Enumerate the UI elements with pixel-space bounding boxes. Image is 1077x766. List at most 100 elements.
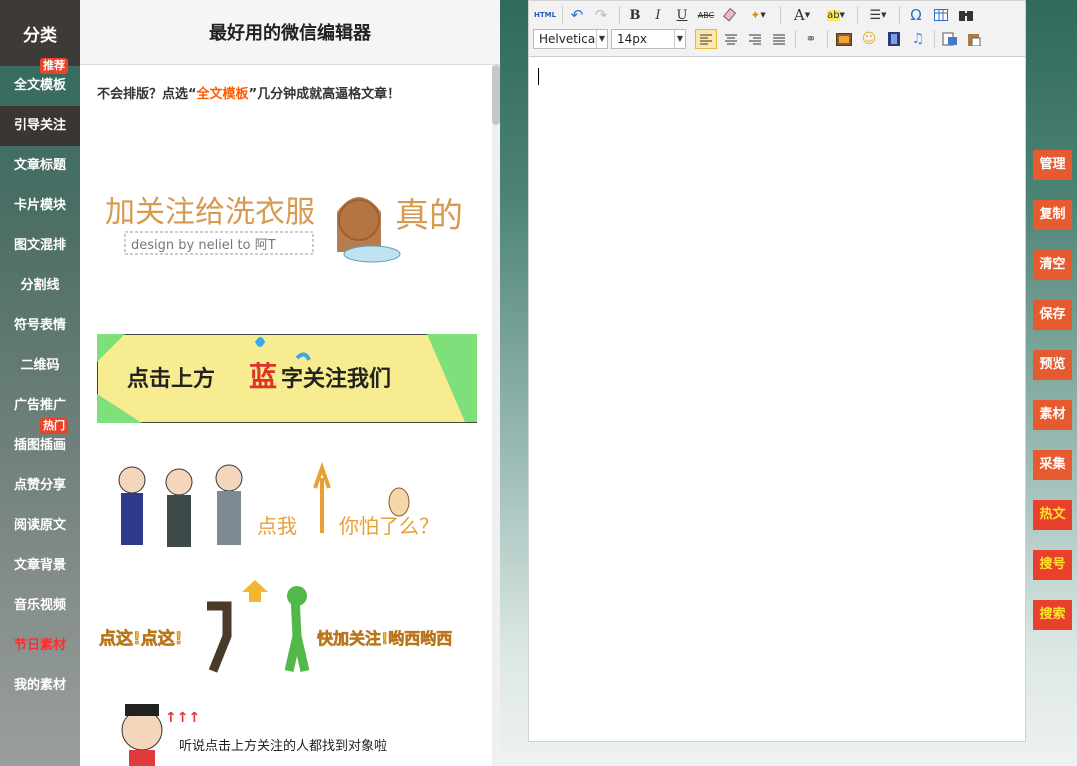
- sidebar-item-label: 我的素材: [14, 678, 66, 693]
- font-size-select[interactable]: 14px ▼: [611, 29, 686, 49]
- sidebar-item-article-title[interactable]: 文章标题: [0, 146, 80, 186]
- full-template-link[interactable]: 全文模板: [197, 87, 249, 102]
- sidebar-item-label: 分割线: [20, 278, 59, 293]
- template-text: 点我: [257, 514, 297, 538]
- horse-illustration: [207, 606, 227, 671]
- editor-toolbar: HTML ↶ ↷ B I U ABC ✦▼ A▼ ab▼ ☰▼ Ω Helvet…: [529, 1, 1025, 57]
- panel-scrollbar[interactable]: [492, 65, 500, 766]
- template-title-text: 加关注给洗衣服: [105, 195, 315, 230]
- template-highlight-text: 蓝: [249, 360, 277, 393]
- collect-button[interactable]: 采集: [1033, 450, 1072, 480]
- strikethrough-icon[interactable]: ABC: [695, 5, 717, 25]
- paste-icon[interactable]: [963, 29, 985, 49]
- background-color-icon[interactable]: ab▼: [821, 5, 851, 25]
- template-sub-text: design by neliel to 阿T: [131, 238, 276, 253]
- paste-word-icon[interactable]: [939, 29, 961, 49]
- italic-icon[interactable]: I: [647, 5, 669, 25]
- hot-articles-button[interactable]: 热文: [1033, 500, 1072, 530]
- scrollbar-thumb[interactable]: [492, 65, 500, 125]
- sidebar-item-mixed-layout[interactable]: 图文混排: [0, 226, 80, 266]
- intro-text: 不会排版？点选“全文模板”几分钟成就高逼格文章！: [80, 65, 500, 102]
- up-arrow-icon: [242, 580, 268, 602]
- table-icon[interactable]: [930, 5, 952, 25]
- sidebar-item-card-module[interactable]: 卡片模块: [0, 186, 80, 226]
- sidebar-item-divider[interactable]: 分割线: [0, 266, 80, 306]
- font-family-value: Helvetica: [539, 32, 595, 46]
- template-text: 点这!点这!: [99, 628, 183, 649]
- font-color-label: A: [794, 6, 805, 24]
- sidebar-item-full-template[interactable]: 全文模板推荐: [0, 66, 80, 106]
- font-family-select[interactable]: Helvetica▼: [533, 29, 608, 49]
- sidebar-item-label: 点赞分享: [14, 478, 66, 493]
- chevron-down-icon: ▼: [596, 30, 607, 48]
- music-icon[interactable]: ♫: [907, 29, 929, 49]
- template-item[interactable]: 加关注给洗衣服 design by neliel to 阿T 真的: [97, 172, 477, 272]
- chevron-down-icon: ▼: [674, 30, 685, 48]
- sidebar-item-label: 图文混排: [14, 238, 66, 253]
- find-icon[interactable]: [955, 5, 977, 25]
- template-preview: 点我 你怕了么？: [97, 458, 477, 550]
- format-painter-icon[interactable]: ✦▼: [743, 5, 773, 25]
- materials-button[interactable]: 素材: [1033, 400, 1072, 430]
- sidebar-item-label: 二维码: [20, 358, 59, 373]
- template-text-2: 你怕了么？: [339, 514, 439, 538]
- search-button[interactable]: 搜索: [1033, 600, 1072, 630]
- sidebar-item-illustration[interactable]: 插图插画热门: [0, 426, 80, 466]
- line-height-icon[interactable]: ☰▼: [863, 5, 893, 25]
- sidebar-item-like-share[interactable]: 点赞分享: [0, 466, 80, 506]
- sidebar-item-read-original[interactable]: 阅读原文: [0, 506, 80, 546]
- sidebar-item-follow-guide[interactable]: 引导关注: [0, 106, 80, 146]
- template-panel: 最好用的微信编辑器 不会排版？点选“全文模板”几分钟成就高逼格文章！ 加关注给洗…: [80, 0, 500, 766]
- template-preview: ↑↑↑ 听说点击上方关注的人都找到对象啦: [97, 700, 477, 766]
- sidebar-item-my-materials[interactable]: 我的素材: [0, 666, 80, 706]
- eraser-icon[interactable]: [719, 5, 741, 25]
- redo-icon[interactable]: ↷: [590, 5, 612, 25]
- template-item[interactable]: 点这!点这! 快加关注!哟西哟西: [97, 576, 477, 676]
- sidebar-item-symbols[interactable]: 符号表情: [0, 306, 80, 346]
- people-illustration: [119, 465, 242, 547]
- emoji-icon[interactable]: ☺: [858, 29, 880, 49]
- sidebar-item-qrcode[interactable]: 二维码: [0, 346, 80, 386]
- sidebar-item-label: 阅读原文: [14, 518, 66, 533]
- align-left-icon[interactable]: [695, 29, 717, 49]
- template-item[interactable]: 点击上方 蓝 字关注我们: [97, 334, 477, 423]
- sidebar-item-holiday[interactable]: 节日素材: [0, 626, 80, 666]
- underline-icon[interactable]: U: [671, 5, 693, 25]
- html-icon[interactable]: HTML: [533, 5, 557, 25]
- save-button[interactable]: 保存: [1033, 300, 1072, 330]
- recommend-badge: 推荐: [40, 58, 68, 74]
- copy-button[interactable]: 复制: [1033, 200, 1072, 230]
- bold-icon[interactable]: B: [624, 5, 646, 25]
- manage-button[interactable]: 管理: [1033, 150, 1072, 180]
- panel-title: 最好用的微信编辑器: [80, 0, 500, 65]
- special-char-icon[interactable]: Ω: [905, 5, 927, 25]
- template-item[interactable]: ↑↑↑ 听说点击上方关注的人都找到对象啦: [97, 700, 477, 766]
- undo-icon[interactable]: ↶: [566, 5, 588, 25]
- align-center-icon[interactable]: [720, 29, 742, 49]
- search-account-button[interactable]: 搜号: [1033, 550, 1072, 580]
- justify-icon[interactable]: [768, 29, 790, 49]
- template-preview: 点这!点这! 快加关注!哟西哟西: [97, 576, 477, 676]
- template-extra-text: 真的: [395, 196, 463, 236]
- intro-prefix: 不会排版？点选“: [97, 87, 197, 102]
- image-icon[interactable]: [833, 29, 855, 49]
- up-arrows-icon: ↑↑↑: [165, 710, 200, 726]
- intro-suffix: ”几分钟成就高逼格文章！: [249, 87, 401, 102]
- sidebar-item-label: 插图插画: [14, 438, 66, 453]
- editor-content-area[interactable]: [529, 57, 1025, 741]
- up-arrow-icon: [315, 468, 329, 533]
- video-icon[interactable]: [883, 29, 905, 49]
- sidebar-item-label: 节日素材: [14, 638, 66, 653]
- sidebar-item-music-video[interactable]: 音乐视频: [0, 586, 80, 626]
- template-item[interactable]: 点我 你怕了么？: [97, 458, 477, 550]
- clear-button[interactable]: 清空: [1033, 250, 1072, 280]
- sidebar-item-background[interactable]: 文章背景: [0, 546, 80, 586]
- preview-button[interactable]: 预览: [1033, 350, 1072, 380]
- align-right-icon[interactable]: [744, 29, 766, 49]
- sidebar-item-label: 全文模板: [14, 78, 66, 93]
- font-size-value: 14px: [617, 32, 647, 46]
- bg-color-label: ab: [827, 10, 839, 21]
- font-color-icon[interactable]: A▼: [787, 5, 817, 25]
- sidebar-item-label: 文章背景: [14, 558, 66, 573]
- link-icon[interactable]: ⚭: [800, 29, 822, 49]
